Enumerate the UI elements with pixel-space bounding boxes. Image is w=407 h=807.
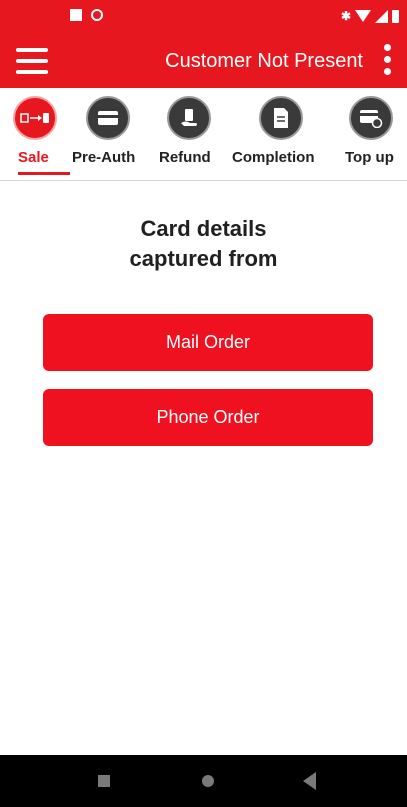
signal-icon xyxy=(375,9,388,23)
status-right-icons: ✱ xyxy=(341,9,399,23)
tab-top-up-label: Top up xyxy=(345,149,394,166)
wifi-icon xyxy=(355,10,371,22)
heading-line-1: Card details xyxy=(140,216,267,241)
battery-icon xyxy=(392,9,399,23)
active-tab-indicator xyxy=(18,172,70,175)
notification-square-icon xyxy=(70,9,82,21)
back-icon[interactable] xyxy=(303,772,316,790)
bluetooth-icon: ✱ xyxy=(340,9,351,23)
phone-order-button[interactable]: Phone Order xyxy=(43,389,373,446)
hamburger-menu-icon[interactable] xyxy=(16,48,48,74)
document-icon xyxy=(259,96,303,140)
tab-completion-label: Completion xyxy=(232,149,315,166)
mail-order-button[interactable]: Mail Order xyxy=(43,314,373,371)
heading-line-2: captured from xyxy=(129,246,278,271)
transaction-type-tabs: Sale Pre-Auth Refund Completion Top up xyxy=(0,88,407,181)
app-bar: Customer Not Present xyxy=(0,34,407,88)
tab-sale-label: Sale xyxy=(18,149,49,166)
system-navigation-bar xyxy=(0,755,407,807)
card-icon xyxy=(86,96,130,140)
refund-icon xyxy=(167,96,211,140)
tab-completion[interactable]: Completion xyxy=(232,88,337,180)
tab-pre-auth-label: Pre-Auth xyxy=(72,149,136,166)
notification-circle-icon xyxy=(91,9,103,21)
overflow-menu-icon[interactable] xyxy=(381,44,393,78)
card-details-heading: Card details captured from xyxy=(0,214,407,274)
sale-icon xyxy=(13,96,57,140)
tab-sale[interactable]: Sale xyxy=(8,88,70,180)
tab-refund[interactable]: Refund xyxy=(159,88,229,180)
home-icon[interactable] xyxy=(202,775,214,787)
tab-refund-label: Refund xyxy=(159,149,211,166)
tab-top-up[interactable]: Top up xyxy=(343,88,405,180)
status-bar: ✱ xyxy=(0,0,407,34)
tab-pre-auth[interactable]: Pre-Auth xyxy=(70,88,154,180)
topup-card-icon xyxy=(349,96,393,140)
recent-apps-icon[interactable] xyxy=(98,775,110,787)
page-title: Customer Not Present xyxy=(165,50,363,72)
status-left-icons xyxy=(70,9,103,21)
